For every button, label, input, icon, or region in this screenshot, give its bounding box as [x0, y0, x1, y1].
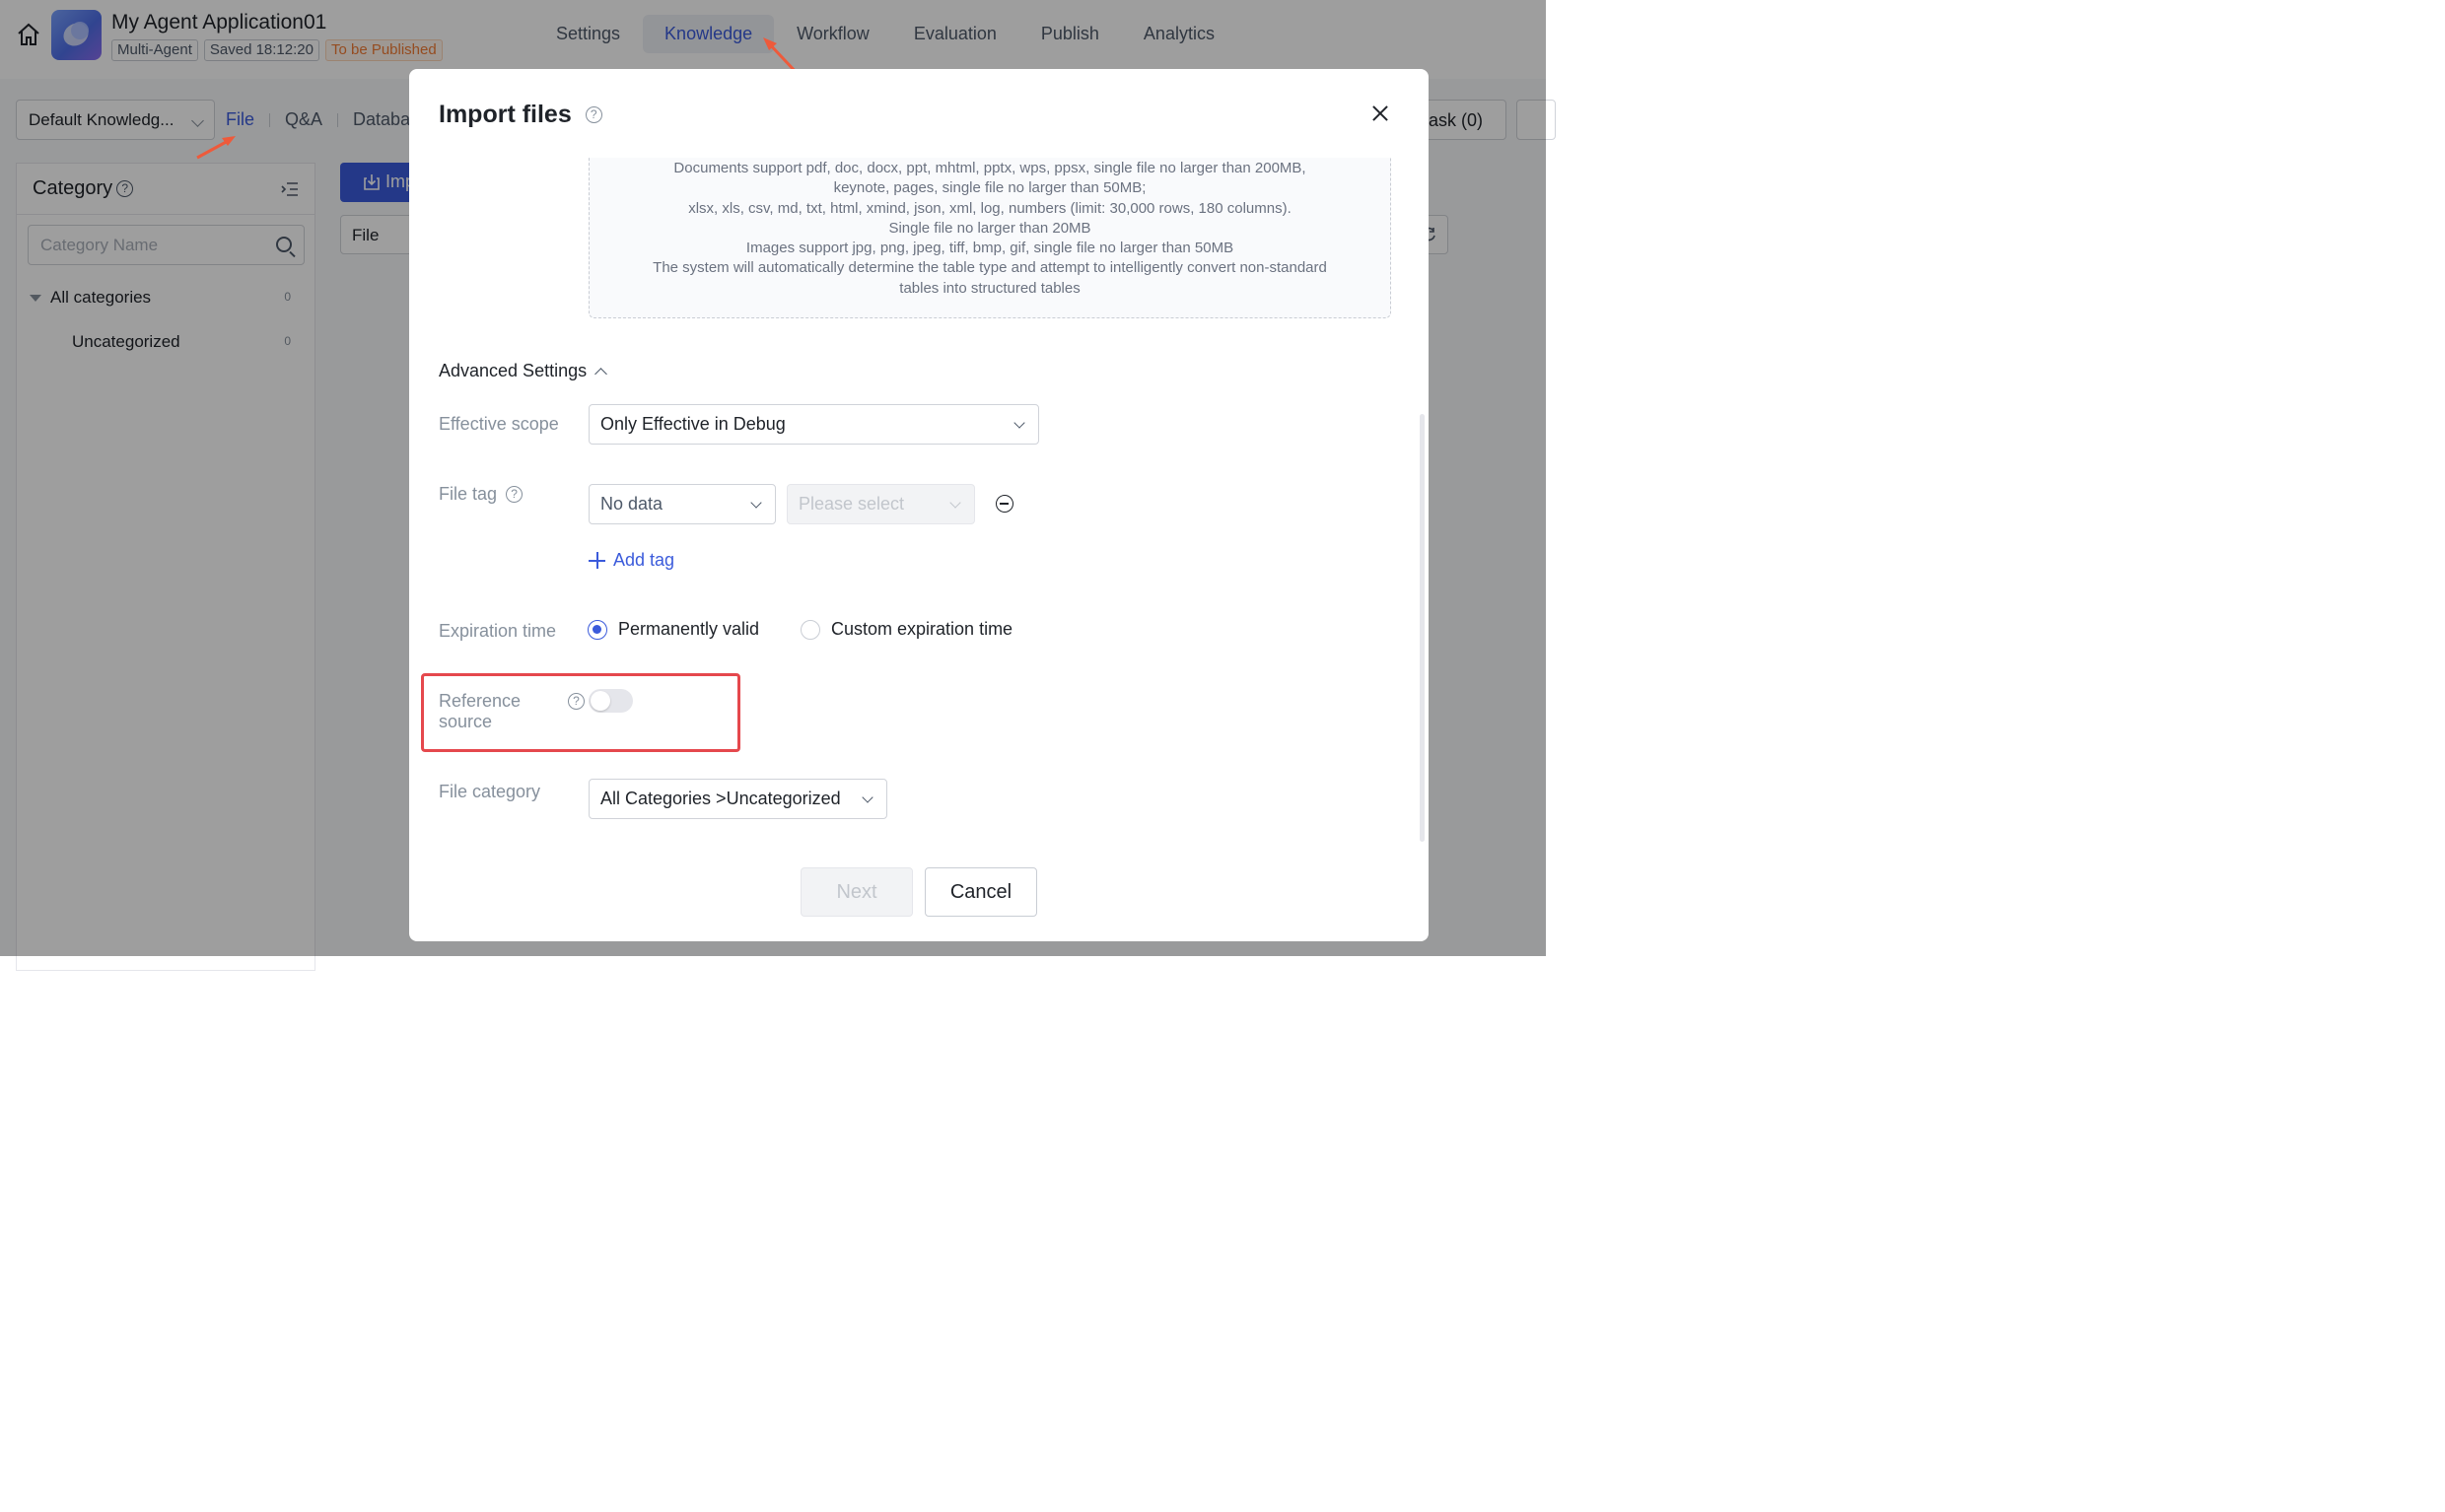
- close-icon[interactable]: [1369, 103, 1391, 124]
- radio-label: Permanently valid: [618, 619, 760, 639]
- upload-hint-line: Documents support pdf, doc, docx, ppt, m…: [673, 160, 1306, 176]
- effective-scope-label: Effective scope: [439, 414, 559, 434]
- advanced-settings-label: Advanced Settings: [439, 361, 588, 380]
- radio-permanently-valid[interactable]: Permanently valid: [588, 619, 759, 640]
- effective-scope-select[interactable]: Only Effective in Debug: [589, 404, 1039, 445]
- annotation-arrow-file: [196, 136, 236, 160]
- file-tag-value-placeholder: Please select: [799, 494, 905, 514]
- add-tag-button[interactable]: Add tag: [589, 550, 674, 571]
- radio-unchecked-icon[interactable]: [801, 619, 820, 640]
- file-category-value: All Categories >Uncategorized: [600, 789, 841, 808]
- next-button[interactable]: Next: [801, 867, 913, 917]
- radio-custom-expiration[interactable]: Custom expiration time: [801, 619, 1013, 640]
- dialog-scrollbar[interactable]: [1420, 414, 1425, 842]
- remove-tag-icon[interactable]: [996, 495, 1013, 513]
- radio-checked-icon[interactable]: [588, 619, 607, 640]
- reference-source-label-line: Reference: [439, 691, 522, 711]
- file-tag-value-select[interactable]: Please select: [787, 484, 975, 524]
- effective-scope-value: Only Effective in Debug: [600, 414, 786, 434]
- chevron-down-icon: [750, 497, 762, 509]
- file-tag-key-value: No data: [600, 494, 664, 514]
- radio-label: Custom expiration time: [831, 619, 1013, 639]
- upload-drop-zone[interactable]: Documents support pdf, doc, docx, ppt, m…: [589, 158, 1391, 318]
- file-tag-label-text: File tag: [439, 484, 498, 504]
- dialog-body: Documents support pdf, doc, docx, ppt, m…: [409, 158, 1429, 941]
- expiration-time-label: Expiration time: [439, 621, 557, 641]
- reference-source-toggle[interactable]: [589, 689, 633, 713]
- file-category-label: File category: [439, 782, 541, 801]
- import-files-dialog: Import files ? Documents support pdf, do…: [409, 69, 1429, 941]
- help-icon[interactable]: ?: [585, 106, 602, 123]
- upload-hint-line: keynote, pages, single file no larger th…: [833, 179, 1147, 197]
- dialog-title-text: Import files: [439, 101, 572, 128]
- file-tag-key-select[interactable]: No data: [589, 484, 776, 524]
- upload-hint-line: Single file no larger than 20MB: [888, 219, 1091, 237]
- upload-hint-line: tables into structured tables: [899, 279, 1081, 297]
- file-tag-label: File tag ?: [439, 484, 524, 505]
- file-category-select[interactable]: All Categories >Uncategorized: [589, 779, 887, 819]
- dialog-title: Import files ?: [439, 101, 602, 129]
- chevron-down-icon: [862, 791, 873, 803]
- add-tag-label: Add tag: [613, 550, 675, 570]
- upload-hint-line: xlsx, xls, csv, md, txt, html, xmind, js…: [688, 199, 1292, 217]
- help-icon[interactable]: ?: [506, 486, 524, 503]
- reference-source-label-line: source: [439, 712, 493, 731]
- help-icon[interactable]: ?: [568, 693, 585, 710]
- chevron-down-icon: [949, 497, 961, 509]
- chevron-up-icon: [594, 367, 607, 380]
- reference-source-label: Reference source: [439, 691, 521, 732]
- advanced-settings-toggle[interactable]: Advanced Settings: [439, 361, 607, 381]
- plus-icon: [589, 552, 605, 569]
- chevron-down-icon: [1013, 417, 1025, 429]
- cancel-button[interactable]: Cancel: [925, 867, 1037, 917]
- upload-hint-line: The system will automatically determine …: [653, 259, 1327, 277]
- upload-hint-line: Images support jpg, png, jpeg, tiff, bmp…: [745, 240, 1234, 257]
